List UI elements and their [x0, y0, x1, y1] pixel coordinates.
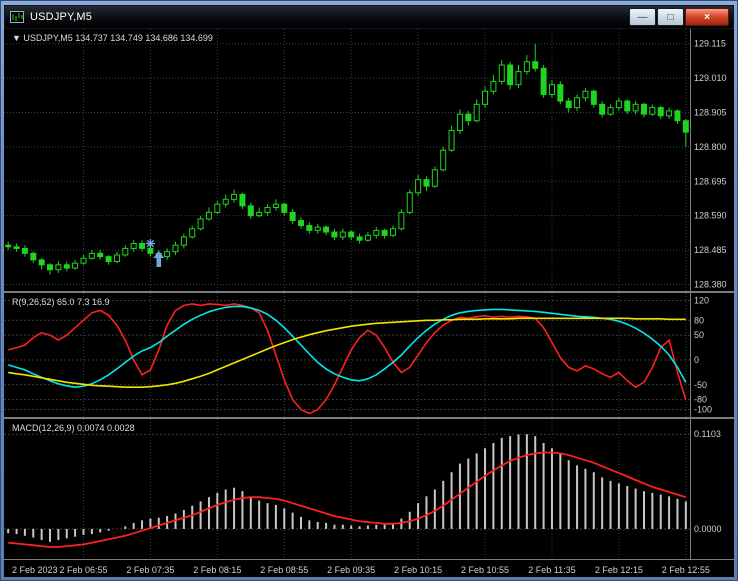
- time-axis-label: 2 Feb 2023: [12, 565, 58, 575]
- time-axis-label: 2 Feb 12:55: [661, 565, 710, 575]
- axis-label: 0.0000: [694, 524, 722, 534]
- axis-label: -50: [694, 380, 707, 390]
- oscillator-canvas[interactable]: 120 80 50 0 -50 -80-100: [4, 293, 734, 417]
- axis-label: 128.380: [694, 279, 727, 289]
- time-axis-label: 2 Feb 08:15: [193, 565, 242, 575]
- axis-label: 0.1103: [694, 429, 721, 439]
- time-axis[interactable]: 2 Feb 2023 2 Feb 06:55 2 Feb 07:35 2 Feb 08…: [4, 559, 734, 577]
- price-chart-canvas[interactable]: 129.115 129.010 128.905 128.800 128.695 128.5…: [4, 29, 734, 291]
- close-glyph: ×: [704, 11, 710, 23]
- axis-label: 129.115: [694, 39, 726, 49]
- axis-label: 128.800: [694, 142, 727, 152]
- level-lines: [4, 433, 690, 530]
- vertical-grid: [82, 419, 687, 559]
- time-axis-label: 2 Feb 09:35: [327, 565, 376, 575]
- minimize-glyph: —: [637, 11, 648, 23]
- price-chart-panel[interactable]: 129.115 129.010 128.905 128.800 128.695 128.5…: [4, 29, 734, 291]
- maximize-glyph: □: [667, 11, 674, 23]
- axis-label: 129.010: [694, 73, 727, 83]
- time-axis-label: 2 Feb 11:35: [528, 565, 576, 575]
- oscillator-panel[interactable]: 120 80 50 0 -50 -80 -100 R(9,26,52) 65.0 7.3 1…: [4, 293, 734, 417]
- minimize-button[interactable]: —: [629, 8, 656, 26]
- time-axis-label: 2 Feb 10:55: [461, 565, 510, 575]
- macd-signal-line: [8, 451, 687, 548]
- axis-label: 128.695: [694, 176, 727, 186]
- axis-label: 128.485: [694, 245, 727, 255]
- close-button[interactable]: ×: [685, 8, 729, 26]
- time-axis-label: 2 Feb 12:15: [594, 565, 643, 575]
- axis-label: -80: [694, 395, 707, 405]
- window-controls: — □ ×: [628, 8, 729, 26]
- horizontal-grid: [4, 43, 690, 285]
- axis-label: 0: [694, 355, 699, 365]
- axis-label: 80: [694, 315, 704, 325]
- chart-client-area: 129.115 129.010 128.905 128.800 128.695 128.5…: [4, 29, 734, 577]
- axis-label: 120: [694, 295, 709, 305]
- axis-label: 128.905: [694, 108, 727, 118]
- buy-arrow-marker: [153, 251, 165, 268]
- macd-label: MACD(12,26,9) 0.0074 0.0028: [12, 423, 135, 433]
- vertical-grid: [82, 293, 687, 417]
- time-axis-label: 2 Feb 06:55: [59, 565, 108, 575]
- chart-window: USDJPY,M5 — □ × 129.115 129.010 128.905 128…: [0, 0, 738, 581]
- time-axis-label: 2 Feb 07:35: [126, 565, 175, 575]
- ohlc-header: ▼ USDJPY,M5 134.737 134.749 134.686 134.…: [12, 33, 213, 43]
- maximize-button[interactable]: □: [657, 8, 684, 26]
- window-title: USDJPY,M5: [30, 11, 93, 23]
- oscillator-label: R(9,26,52) 65.0 7.3 16.9: [12, 297, 110, 307]
- time-axis-label: 2 Feb 08:55: [260, 565, 309, 575]
- series-slow-yellow: [8, 317, 686, 388]
- time-axis-label: 2 Feb 10:15: [394, 565, 443, 575]
- macd-panel[interactable]: 0.1103 0.0000 MACD(12,26,9) 0.0074 0.0028: [4, 419, 734, 559]
- axis-label: 128.590: [694, 211, 727, 221]
- title-bar[interactable]: USDJPY,M5 — □ ×: [4, 5, 734, 29]
- axis-label: 50: [694, 330, 704, 340]
- chart-window-icon: [10, 11, 24, 23]
- macd-canvas[interactable]: 0.1103 0.0000: [4, 419, 734, 559]
- axis-label: -100: [694, 405, 712, 415]
- macd-histogram: [7, 434, 687, 542]
